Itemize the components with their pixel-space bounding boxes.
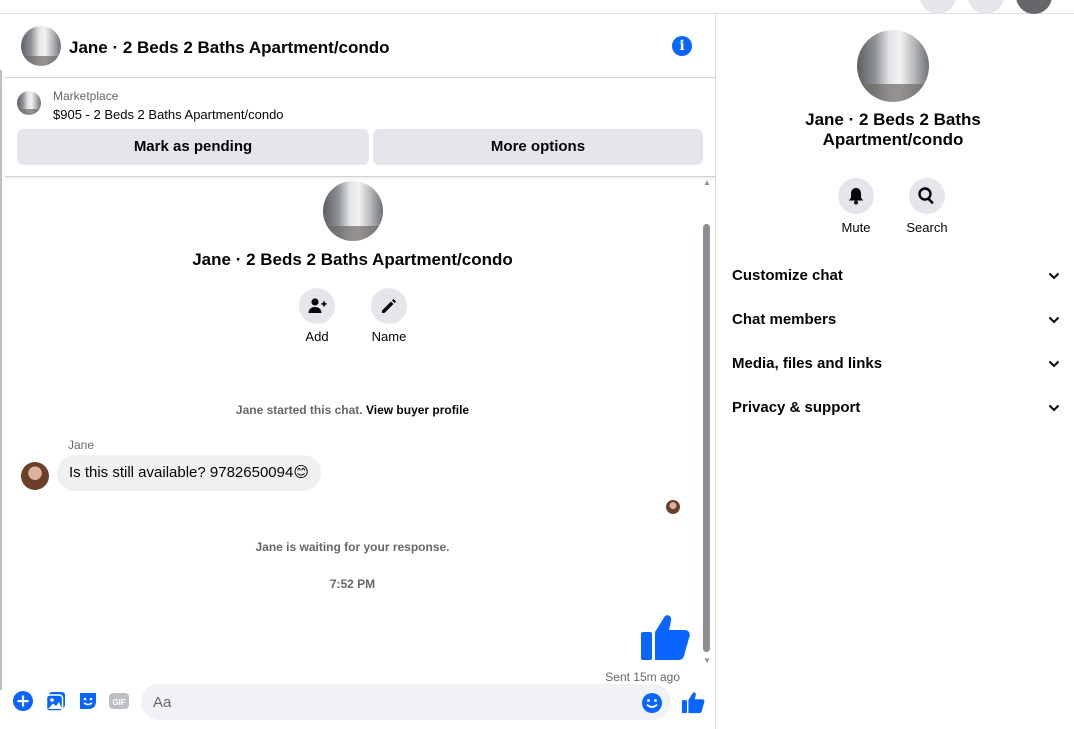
photo-icon[interactable] — [45, 690, 67, 712]
add-label: Add — [305, 329, 329, 344]
emoji-icon[interactable] — [641, 692, 663, 714]
sticker-icon[interactable] — [77, 690, 99, 712]
notifications-icon[interactable] — [968, 0, 1004, 14]
composer: GIF — [5, 678, 716, 728]
conversation-info-panel: Jane · 2 Beds 2 Baths Apartment/condo Mu… — [716, 14, 1074, 729]
customize-chat-label: Customize chat — [732, 267, 843, 284]
waiting-notice: Jane is waiting for your response. — [255, 540, 450, 554]
mute-button[interactable] — [838, 178, 874, 214]
search-label: Search — [906, 220, 948, 235]
message-timestamp: 7:52 PM — [329, 577, 376, 591]
menu-icon[interactable] — [920, 0, 956, 14]
listing-label: Marketplace — [53, 89, 119, 103]
media-files-links-section[interactable]: Media, files and links — [724, 344, 1066, 384]
pencil-icon — [382, 299, 396, 313]
info-avatar[interactable] — [857, 30, 929, 102]
read-receipt-avatar — [666, 500, 680, 514]
sender-avatar[interactable] — [21, 462, 49, 490]
chat-started-notice: Jane started this chat. View buyer profi… — [5, 403, 700, 417]
chevron-down-icon — [1048, 272, 1060, 280]
chat-started-text: Jane started this chat. — [235, 403, 363, 417]
customize-chat-section[interactable]: Customize chat — [724, 256, 1066, 296]
send-like-button[interactable] — [681, 690, 705, 714]
info-title: Jane · 2 Beds 2 Baths Apartment/condo — [805, 110, 981, 149]
mark-as-pending-button[interactable]: Mark as pending — [17, 129, 369, 165]
thumbs-up-icon — [641, 615, 690, 660]
chevron-down-icon — [1048, 316, 1060, 324]
privacy-support-label: Privacy & support — [732, 399, 861, 416]
top-bar — [0, 0, 1074, 14]
conversation-avatar[interactable] — [21, 26, 61, 66]
message-bubble[interactable]: Is this still available? 9782650094😊 — [57, 455, 321, 491]
plus-icon[interactable] — [12, 690, 34, 712]
search-icon — [918, 187, 934, 204]
more-options-button[interactable]: More options — [373, 129, 703, 165]
account-avatar[interactable] — [1016, 0, 1052, 14]
listing-description[interactable]: $905 - 2 Beds 2 Baths Apartment/condo — [53, 107, 284, 122]
chat-header: Jane · 2 Beds 2 Baths Apartment/condo i — [5, 14, 716, 78]
thread-avatar — [323, 181, 383, 241]
chevron-down-icon — [1048, 360, 1060, 368]
message-thread: Jane · 2 Beds 2 Baths Apartment/condo Ad… — [5, 178, 716, 684]
add-person-icon — [308, 298, 327, 313]
media-files-links-label: Media, files and links — [732, 355, 883, 372]
left-divider — [0, 70, 4, 690]
chat-members-label: Chat members — [732, 311, 837, 328]
scroll-thumb[interactable] — [703, 224, 710, 652]
message-input[interactable] — [141, 684, 671, 720]
info-icon[interactable]: i — [672, 36, 692, 56]
conversation-title[interactable]: Jane · 2 Beds 2 Baths Apartment/condo — [69, 38, 390, 58]
chevron-down-icon — [1048, 404, 1060, 412]
gif-icon[interactable]: GIF — [108, 690, 130, 712]
listing-thumbnail[interactable] — [17, 91, 41, 115]
privacy-support-section[interactable]: Privacy & support — [724, 388, 1066, 428]
scroll-up-arrow[interactable]: ▲ — [702, 178, 712, 188]
chat-members-section[interactable]: Chat members — [724, 300, 1066, 340]
mute-label: Mute — [841, 220, 871, 235]
marketplace-listing: Marketplace $905 - 2 Beds 2 Baths Apartm… — [5, 79, 716, 177]
svg-text:GIF: GIF — [112, 698, 125, 707]
scroll-down-arrow[interactable]: ▼ — [702, 656, 712, 666]
name-label: Name — [371, 329, 407, 344]
add-button[interactable] — [299, 288, 335, 324]
bell-icon — [849, 188, 863, 205]
name-button[interactable] — [371, 288, 407, 324]
sender-name: Jane — [68, 438, 95, 452]
thread-title: Jane · 2 Beds 2 Baths Apartment/condo — [192, 250, 513, 269]
chat-pane: Jane · 2 Beds 2 Baths Apartment/condo i … — [5, 14, 716, 729]
search-button[interactable] — [909, 178, 945, 214]
thread-scrollbar[interactable]: ▲ ▼ — [702, 178, 712, 668]
view-buyer-profile-link[interactable]: View buyer profile — [366, 403, 469, 417]
